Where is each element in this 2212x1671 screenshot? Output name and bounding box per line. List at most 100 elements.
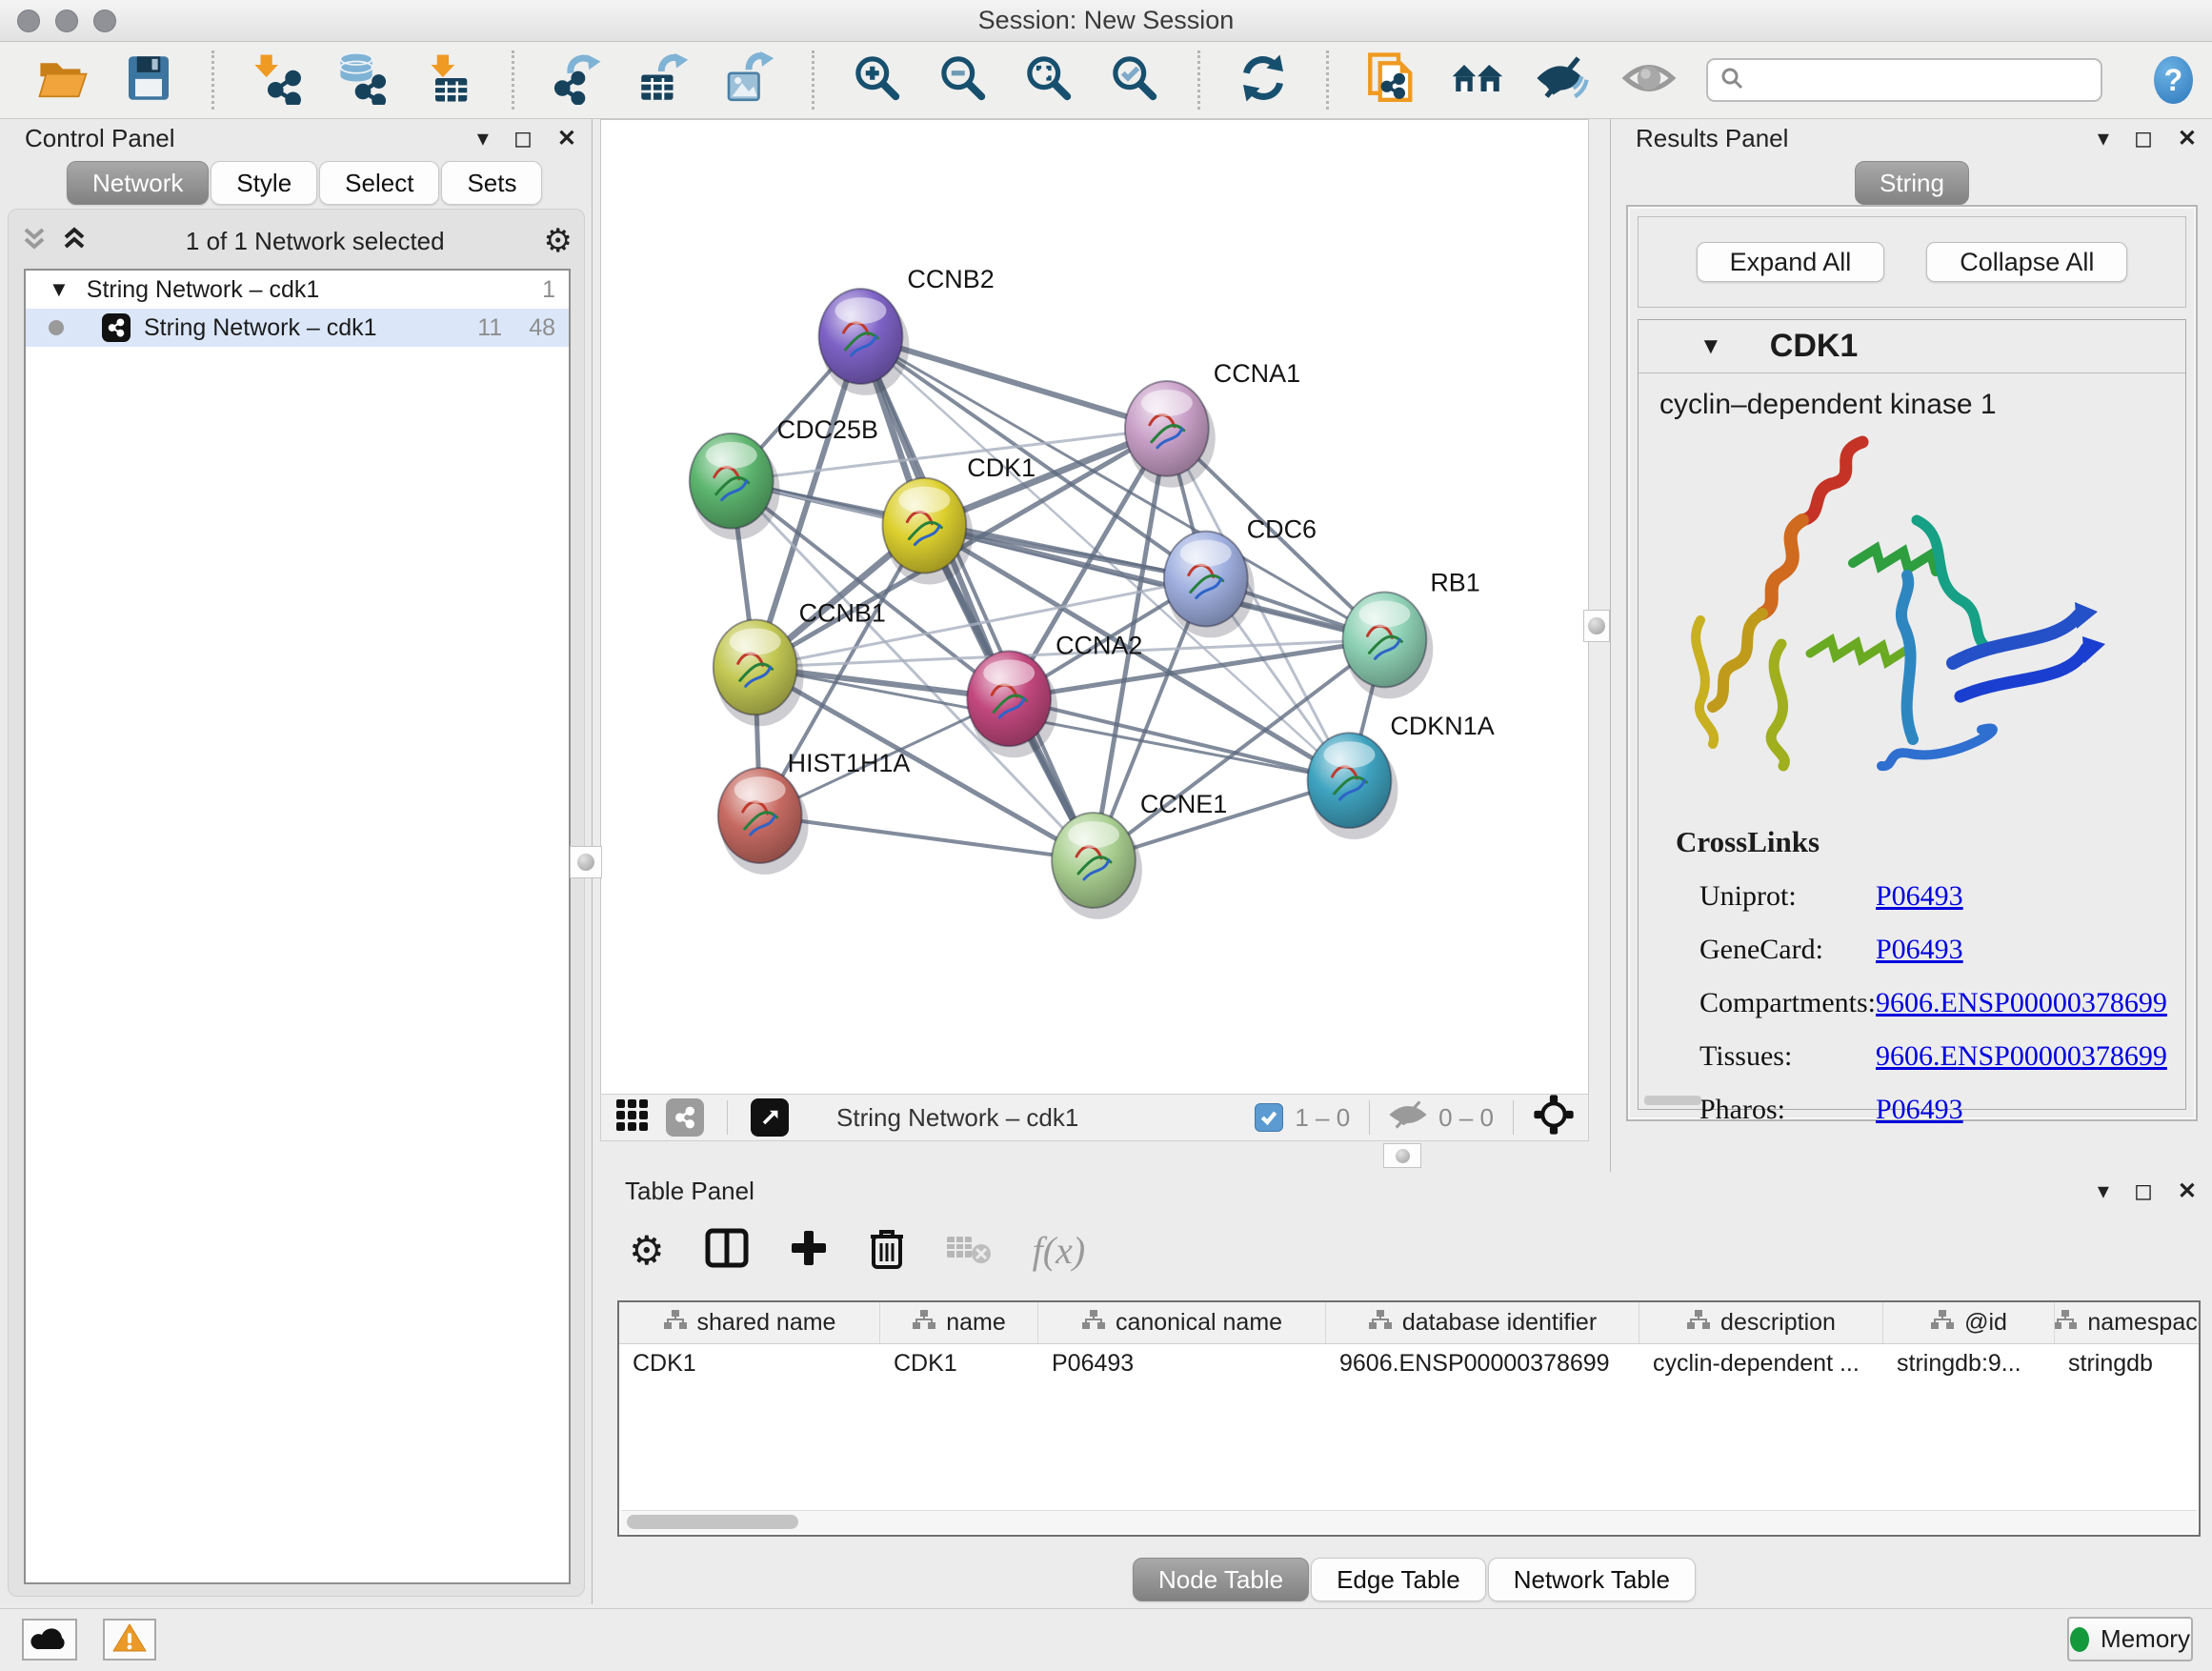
horizontal-splitter[interactable] [600, 1141, 1589, 1172]
table-cell[interactable]: CDK1 [880, 1344, 1038, 1382]
tab-string[interactable]: String [1855, 161, 1969, 205]
expand-all-button[interactable]: Expand All [1697, 242, 1885, 282]
network-node-HIST1H1A[interactable] [718, 768, 809, 875]
fit-content-crosshair-icon[interactable] [1533, 1094, 1575, 1142]
gene-card-expander-icon[interactable]: ▼ [1699, 333, 1722, 360]
table-settings-gear-icon[interactable]: ⚙ [629, 1227, 665, 1274]
crosslink-uniprot-link[interactable]: P06493 [1876, 880, 1963, 913]
collapse-all-button[interactable]: Collapse All [1926, 242, 2127, 282]
expand-all-networks-icon[interactable] [62, 224, 87, 259]
export-network-button[interactable] [549, 51, 606, 109]
network-node-RB1[interactable] [1342, 593, 1433, 699]
hide-selected-button[interactable] [1535, 51, 1592, 109]
column-header-database-identifier[interactable]: database identifier [1326, 1302, 1639, 1343]
tab-network[interactable]: Network [67, 161, 209, 205]
help-button[interactable]: ? [2154, 56, 2193, 104]
search-box[interactable] [1706, 58, 2102, 102]
network-node-CCNB2[interactable] [819, 289, 910, 395]
import-network-file-button[interactable] [249, 51, 306, 109]
tab-sets[interactable]: Sets [441, 161, 542, 205]
column-header-@id[interactable]: @id [1883, 1302, 2055, 1343]
collapse-all-networks-icon[interactable] [22, 224, 47, 259]
save-session-button[interactable] [120, 51, 177, 109]
tab-node-table[interactable]: Node Table [1133, 1558, 1309, 1601]
refresh-view-button[interactable] [1235, 51, 1292, 109]
network-node-CDKN1A[interactable] [1308, 733, 1398, 839]
export-image-button[interactable] [720, 51, 777, 109]
table-data-row[interactable]: CDK1CDK1P064939606.ENSP00000378699cyclin… [619, 1344, 2199, 1382]
grid-view-icon[interactable] [614, 1097, 651, 1138]
table-hscrollbar[interactable] [621, 1510, 2197, 1533]
network-edge[interactable] [860, 336, 1094, 860]
tab-edge-table[interactable]: Edge Table [1311, 1558, 1486, 1601]
window-zoom-button[interactable] [93, 10, 116, 32]
network-row[interactable]: String Network – cdk1 11 48 [26, 309, 569, 347]
crosslink-genecard-link[interactable]: P06493 [1876, 934, 1963, 966]
panel-menu-icon[interactable]: ▾ [2098, 125, 2109, 152]
table-cell[interactable]: stringdb [2055, 1344, 2201, 1382]
crosslink-compartments-link[interactable]: 9606.ENSP00000378699 [1876, 987, 2167, 1019]
panel-menu-icon[interactable]: ▾ [477, 125, 489, 152]
panel-close-icon[interactable]: ✕ [2178, 125, 2197, 152]
home-networks-button[interactable] [1449, 51, 1506, 109]
table-cell[interactable]: cyclin-dependent ... [1639, 1344, 1883, 1382]
crosslink-tissues-link[interactable]: 9606.ENSP00000378699 [1876, 1040, 2167, 1073]
panel-menu-icon[interactable]: ▾ [2098, 1178, 2109, 1205]
show-all-button[interactable] [1620, 51, 1678, 109]
bottom-splitter-knob[interactable] [1383, 1143, 1421, 1168]
export-table-button[interactable] [634, 51, 692, 109]
network-node-CDC25B[interactable] [690, 433, 780, 540]
network-node-CCNE1[interactable] [1052, 813, 1142, 919]
warning-status-button[interactable] [103, 1619, 156, 1661]
network-edge[interactable] [760, 815, 1094, 860]
table-hscrollbar-thumb[interactable] [627, 1515, 798, 1529]
zoom-in-button[interactable] [849, 51, 906, 109]
panel-close-icon[interactable]: ✕ [557, 125, 576, 152]
network-node-CCNA1[interactable] [1125, 381, 1216, 488]
tab-select[interactable]: Select [319, 161, 439, 205]
import-table-button[interactable] [420, 51, 477, 109]
tab-style[interactable]: Style [211, 161, 317, 205]
column-header-name[interactable]: name [880, 1302, 1038, 1343]
show-columns-icon[interactable] [705, 1228, 749, 1273]
add-column-plus-icon[interactable] [789, 1228, 829, 1273]
table-cell[interactable]: P06493 [1038, 1344, 1326, 1382]
cloud-status-button[interactable] [22, 1619, 77, 1661]
birdseye-view-icon[interactable] [751, 1098, 789, 1137]
zoom-out-button[interactable] [935, 51, 992, 109]
column-header-namespace[interactable]: namespace [2055, 1302, 2201, 1343]
tab-network-table[interactable]: Network Table [1488, 1558, 1696, 1601]
panel-float-icon[interactable]: ◻ [513, 125, 533, 152]
left-splitter-knob[interactable] [570, 846, 602, 878]
panel-float-icon[interactable]: ◻ [2134, 1178, 2153, 1205]
network-node-CDC6[interactable] [1164, 532, 1255, 638]
card-scrollbar-thumb[interactable] [1644, 1096, 1701, 1105]
network-collection-row[interactable]: ▼ String Network – cdk1 1 [26, 271, 569, 309]
import-network-database-button[interactable] [334, 51, 392, 109]
table-cell[interactable]: 9606.ENSP00000378699 [1326, 1344, 1639, 1382]
table-cell[interactable]: CDK1 [619, 1344, 880, 1382]
zoom-selected-button[interactable] [1106, 51, 1163, 109]
network-canvas[interactable]: CCNB2CCNA1CDC25BCDK1CDC6RB1CCNB1CCNA2CDK… [600, 119, 1589, 1094]
column-header-description[interactable]: description [1639, 1302, 1883, 1343]
delete-column-trash-icon[interactable] [869, 1227, 905, 1274]
window-minimize-button[interactable] [55, 10, 78, 32]
memory-button[interactable]: Memory [2067, 1617, 2193, 1661]
table-cell[interactable]: stringdb:9... [1883, 1344, 2055, 1382]
right-splitter-knob[interactable] [1583, 610, 1610, 642]
panel-float-icon[interactable]: ◻ [2134, 125, 2153, 152]
column-header-canonical-name[interactable]: canonical name [1038, 1302, 1326, 1343]
search-input[interactable] [1752, 67, 2089, 94]
network-node-CDK1[interactable] [882, 478, 973, 585]
panel-close-icon[interactable]: ✕ [2178, 1178, 2197, 1205]
zoom-fit-button[interactable] [1020, 51, 1077, 109]
column-header-shared-name[interactable]: shared name [619, 1302, 880, 1343]
selected-checkbox-icon[interactable] [1255, 1103, 1283, 1132]
crosslink-pharos-link[interactable]: P06493 [1876, 1094, 1963, 1126]
window-close-button[interactable] [17, 10, 40, 32]
import-network-from-file-button[interactable] [1363, 51, 1420, 109]
open-session-button[interactable] [34, 51, 91, 109]
network-view-mode-icon[interactable] [666, 1098, 704, 1137]
network-options-gear-icon[interactable]: ⚙ [544, 222, 573, 260]
tree-expander-icon[interactable]: ▼ [49, 277, 70, 302]
